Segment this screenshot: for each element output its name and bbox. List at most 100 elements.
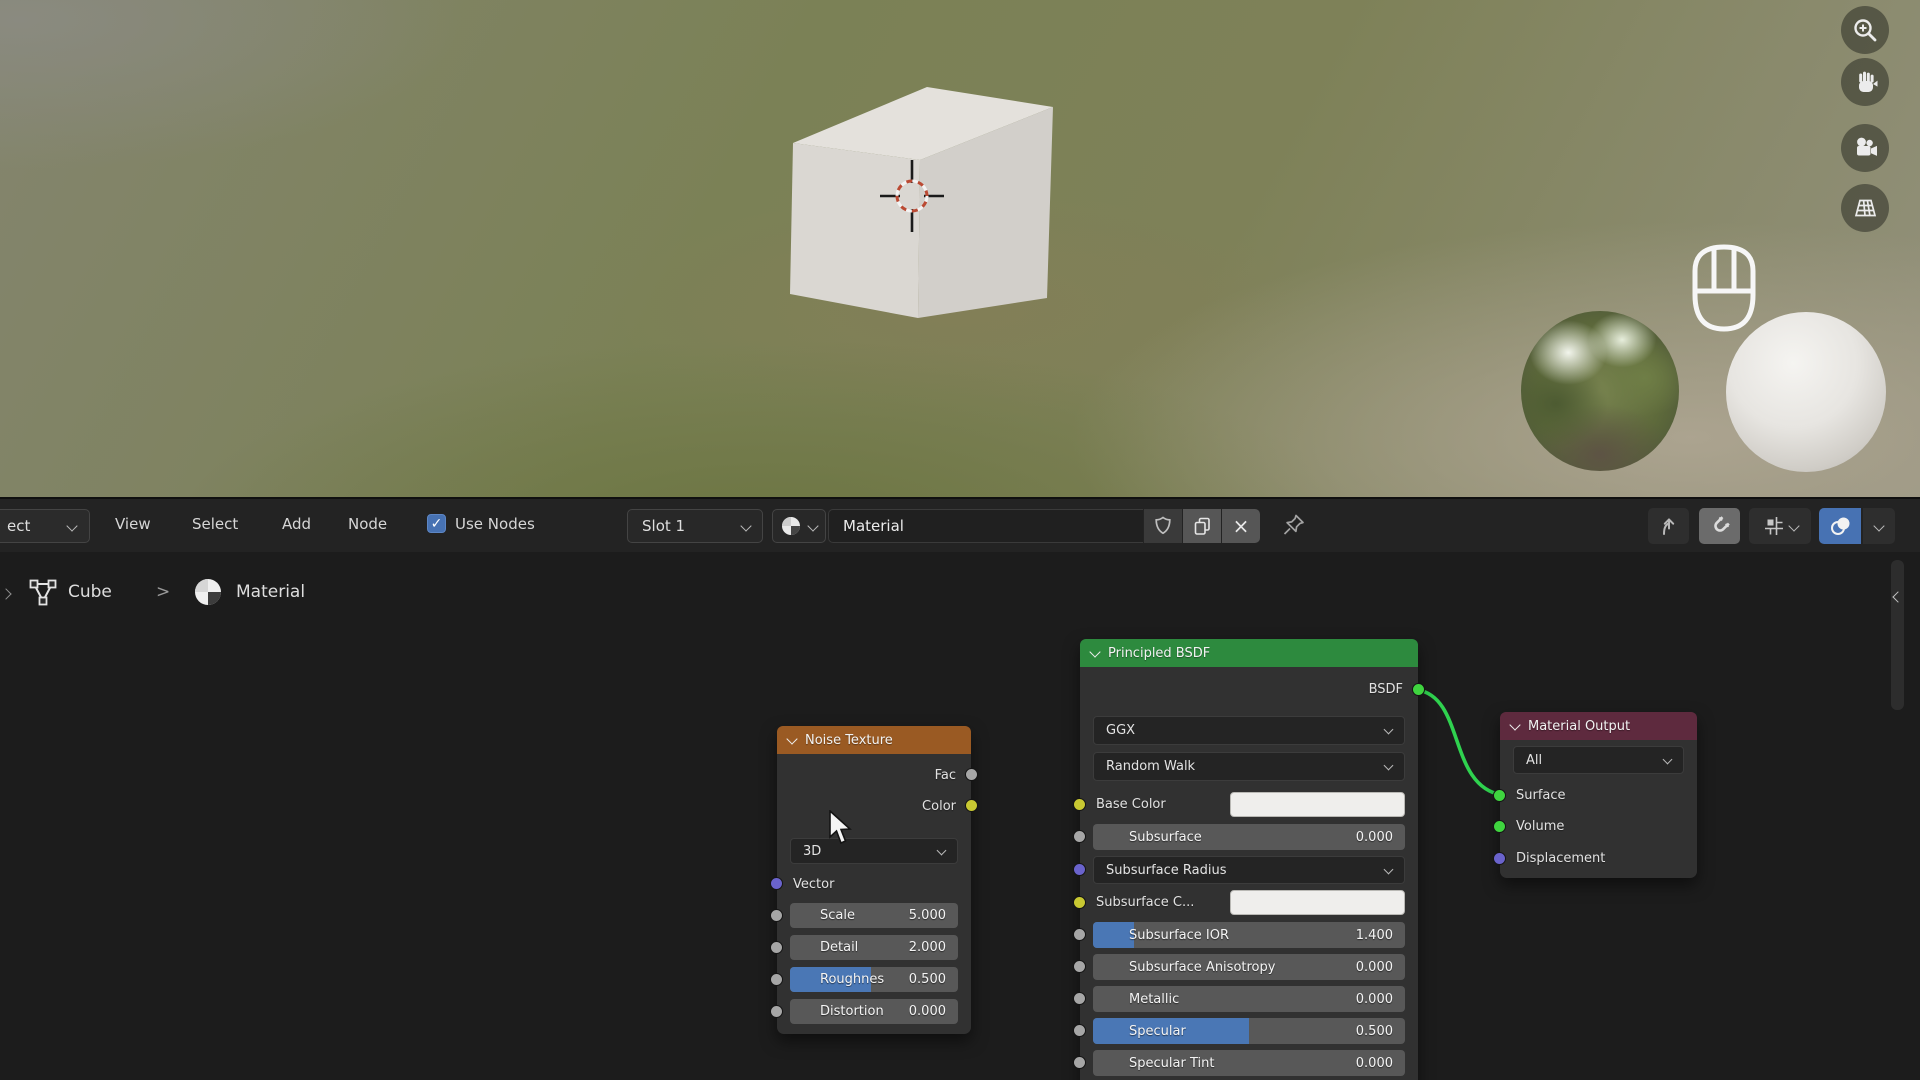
camera-view-gizmo-button[interactable]: [1841, 124, 1889, 172]
node-header[interactable]: Material Output: [1500, 712, 1697, 740]
subsurface-method-dropdown[interactable]: Random Walk: [1093, 752, 1405, 781]
slider-label: Metallic: [1129, 991, 1180, 1007]
material-name-field[interactable]: Material: [828, 509, 1143, 543]
use-nodes-checkbox[interactable]: ✓: [427, 514, 446, 533]
socket-base-color-input[interactable]: [1073, 798, 1086, 811]
material-slot-dropdown[interactable]: Slot 1: [627, 509, 763, 543]
socket-roughness-input[interactable]: [770, 973, 783, 986]
socket-subsurface-radius-input[interactable]: [1073, 863, 1086, 876]
output-bsdf-label: BSDF: [1368, 682, 1403, 697]
specular-slider[interactable]: Specular 0.500: [1093, 1018, 1405, 1044]
grid-icon: [1854, 199, 1877, 217]
distribution-dropdown[interactable]: GGX: [1093, 716, 1405, 745]
slider-label: Subsurface Anisotropy: [1129, 959, 1276, 975]
subsurface-anisotropy-slider[interactable]: Subsurface Anisotropy 0.000: [1093, 954, 1405, 980]
perspective-gizmo-button[interactable]: [1841, 184, 1889, 232]
specular-tint-slider[interactable]: Specular Tint 0.000: [1093, 1050, 1405, 1076]
distortion-slider[interactable]: Distortion 0.000: [790, 999, 958, 1024]
subsurface-color-swatch[interactable]: [1230, 890, 1405, 915]
slider-label: Detail: [820, 940, 859, 955]
unlink-material-button[interactable]: ×: [1222, 509, 1260, 543]
chevron-down-icon[interactable]: [1089, 645, 1101, 658]
socket-specular-input[interactable]: [1073, 1024, 1086, 1037]
snap-toggle-button[interactable]: [1699, 508, 1740, 544]
socket-vector-input[interactable]: [770, 877, 783, 890]
camera-icon: [1857, 137, 1877, 156]
input-volume-label: Volume: [1516, 819, 1565, 834]
socket-subsurface-ior-input[interactable]: [1073, 928, 1086, 941]
socket-detail-input[interactable]: [770, 941, 783, 954]
slider-label: Roughnes: [820, 972, 885, 987]
metallic-slider[interactable]: Metallic 0.000: [1093, 986, 1405, 1012]
shading-preview-dropdown[interactable]: [1863, 508, 1895, 544]
browse-material-button[interactable]: [772, 509, 826, 543]
base-color-swatch[interactable]: [1230, 792, 1405, 817]
socket-subsurface-input[interactable]: [1073, 830, 1086, 843]
dropdown-label: Subsurface Radius: [1106, 862, 1227, 878]
chevron-down-icon[interactable]: [1509, 718, 1521, 731]
node-principled-bsdf[interactable]: Principled BSDF BSDF GGX Random Walk Bas…: [1073, 639, 1425, 1080]
target-dropdown[interactable]: All: [1513, 746, 1684, 774]
subsurface-ior-slider[interactable]: Subsurface IOR 1.400: [1093, 922, 1405, 948]
shader-type-dropdown[interactable]: ect: [0, 509, 90, 543]
node-noise-texture[interactable]: Noise Texture Fac Color 3D Vector Scale …: [770, 726, 978, 1034]
socket-surface-input[interactable]: [1493, 789, 1506, 802]
node-header[interactable]: Principled BSDF: [1080, 639, 1418, 667]
check-icon: ✓: [430, 515, 443, 532]
socket-volume-input[interactable]: [1493, 820, 1506, 833]
socket-color-output[interactable]: [965, 799, 978, 812]
node-header[interactable]: Noise Texture: [777, 726, 971, 754]
zoom-gizmo-button[interactable]: [1841, 6, 1889, 54]
chevron-down-icon[interactable]: [786, 732, 798, 745]
breadcrumb-separator: >: [156, 582, 171, 602]
chevron-down-icon: [1383, 864, 1394, 874]
subsurface-slider[interactable]: Subsurface 0.000: [1093, 824, 1405, 850]
new-material-button[interactable]: [1183, 509, 1221, 543]
pin-icon[interactable]: [1280, 512, 1308, 540]
slider-value: 2.000: [908, 940, 946, 955]
subsurface-radius-dropdown[interactable]: Subsurface Radius: [1093, 856, 1405, 884]
socket-distortion-input[interactable]: [770, 1005, 783, 1018]
socket-specular-tint-input[interactable]: [1073, 1056, 1086, 1069]
menu-add[interactable]: Add: [282, 515, 311, 533]
detail-slider[interactable]: Detail 2.000: [790, 935, 958, 960]
fake-user-button[interactable]: [1144, 509, 1182, 543]
pan-gizmo-button[interactable]: [1841, 58, 1889, 106]
snap-target-dropdown[interactable]: [1749, 508, 1811, 544]
socket-fac-output[interactable]: [965, 768, 978, 781]
input-vector-label: Vector: [793, 877, 835, 892]
roughness-slider[interactable]: Roughnes 0.500: [790, 967, 958, 992]
close-icon: ×: [1232, 514, 1250, 538]
menu-view[interactable]: View: [115, 515, 151, 533]
output-color-label: Color: [922, 799, 956, 814]
magnifier-plus-icon: [1854, 19, 1877, 42]
dimensions-value: 3D: [803, 843, 822, 859]
copy-icon: [1194, 517, 1210, 535]
shader-type-label: ect: [7, 517, 31, 535]
dimensions-dropdown[interactable]: 3D: [790, 838, 958, 864]
viewport-3d[interactable]: [0, 0, 1920, 497]
socket-metallic-input[interactable]: [1073, 992, 1086, 1005]
slider-value: 0.000: [1355, 959, 1393, 975]
slider-label: Subsurface IOR: [1129, 927, 1230, 943]
socket-subsurface-anisotropy-input[interactable]: [1073, 960, 1086, 973]
material-name-group: Material ×: [828, 509, 1260, 543]
sidebar-collapse-strip[interactable]: [1891, 560, 1904, 710]
hdri-preview-sphere: [1521, 311, 1679, 471]
shading-preview-toggle-button[interactable]: [1819, 508, 1861, 544]
node-title: Principled BSDF: [1108, 645, 1211, 661]
node-material-output[interactable]: Material Output All Surface Volume Displ…: [1493, 712, 1697, 878]
socket-bsdf-output[interactable]: [1412, 683, 1425, 696]
socket-scale-input[interactable]: [770, 909, 783, 922]
socket-displacement-input[interactable]: [1493, 852, 1506, 865]
go-to-parent-node-tree-button[interactable]: [1648, 508, 1689, 544]
menu-select[interactable]: Select: [192, 515, 238, 533]
shader-editor-header: ect View Select Add Node ✓ Use Nodes Slo…: [0, 497, 1920, 554]
socket-subsurface-color-input[interactable]: [1073, 896, 1086, 909]
slider-label: Scale: [820, 908, 855, 923]
scale-slider[interactable]: Scale 5.000: [790, 903, 958, 928]
material-preview-sphere: [1726, 312, 1886, 472]
menu-node[interactable]: Node: [348, 515, 387, 533]
distribution-value: GGX: [1106, 723, 1136, 738]
arrow-up-icon: [1662, 518, 1674, 535]
